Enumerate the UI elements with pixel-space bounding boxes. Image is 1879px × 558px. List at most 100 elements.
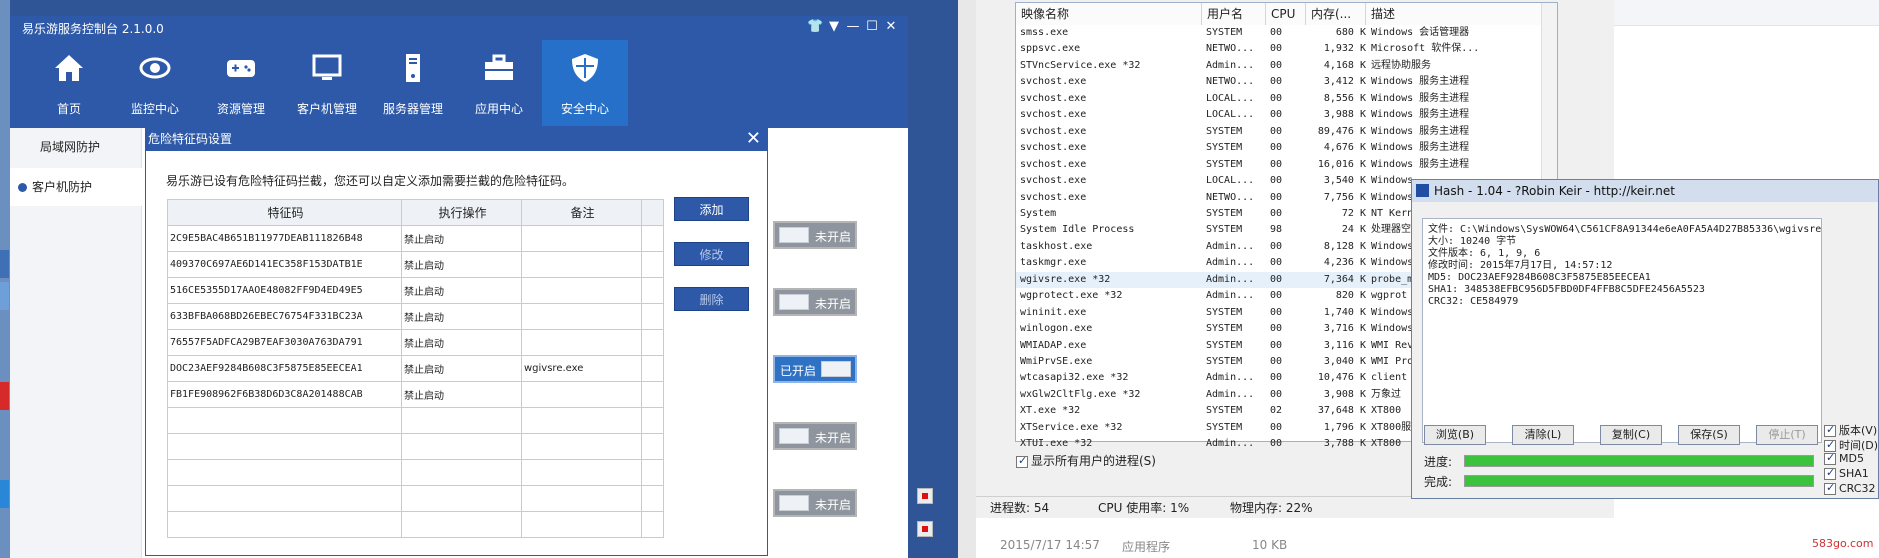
table-row[interactable] — [167, 433, 664, 460]
desktop-icon[interactable] — [0, 480, 9, 508]
clear-button[interactable]: 清除(L) — [1512, 425, 1574, 445]
browse-button[interactable]: 浏览(B) — [1424, 425, 1486, 445]
note-cell — [521, 407, 642, 434]
hash-output-text[interactable]: 文件: C:\Windows\SysWOW64\C561CF8A91344e6e… — [1422, 218, 1822, 443]
signature-cell — [167, 407, 402, 434]
note-cell — [521, 381, 642, 408]
desktop-icon[interactable] — [0, 250, 9, 278]
add-button[interactable]: 添加 — [674, 197, 749, 221]
process-user: Admin... — [1206, 438, 1255, 450]
process-row[interactable]: sppsvc.exe NETWO... 00 1,932 K Microsoft 软件保… — [1016, 41, 1556, 57]
protection-toggle[interactable]: 未开启 — [773, 489, 857, 517]
protection-toggle[interactable]: 未开启 — [773, 221, 857, 249]
table-row[interactable] — [167, 511, 664, 538]
stop-button[interactable]: 停止(T) — [1756, 425, 1818, 445]
process-row[interactable]: svchost.exe NETWO... 00 3,412 K Windows 服务主进… — [1016, 74, 1556, 90]
note-cell — [521, 225, 642, 252]
nav-label: 资源管理 — [216, 102, 265, 116]
nav-apps[interactable]: 应用中心 — [456, 40, 542, 128]
server-icon — [406, 54, 420, 82]
table-row[interactable]: DOC23AEF9284B608C3F5875E85EECEA1 禁止启动 wgiv… — [167, 355, 664, 382]
process-count: 进程数: 54 — [990, 501, 1050, 515]
delete-button[interactable]: 删除 — [674, 287, 749, 311]
stop-icon[interactable] — [917, 521, 933, 537]
copy-button[interactable]: 复制(C) — [1600, 425, 1662, 445]
gamepad-icon — [227, 60, 255, 77]
process-user: LOCAL... — [1206, 92, 1255, 104]
stop-icon[interactable] — [917, 488, 933, 504]
table-row[interactable]: 2C9E5BAC4B651B11977DEAB111826B48 禁止启动 — [167, 225, 664, 252]
minimize-button[interactable]: — — [845, 19, 861, 35]
process-row[interactable]: svchost.exe SYSTEM 00 4,676 K Windows 服务主进程 — [1016, 140, 1556, 156]
protection-toggle[interactable]: 未开启 — [773, 288, 857, 316]
action-cell — [401, 459, 522, 486]
spacer-cell — [641, 355, 664, 382]
table-row[interactable] — [167, 485, 664, 512]
table-row[interactable]: FB1FE908962F6B38D6D3C8A201488CAB 禁止启动 — [167, 381, 664, 408]
column-header-memory[interactable]: 内存(... — [1306, 3, 1366, 25]
spacer-cell — [641, 329, 664, 356]
nav-resources[interactable]: 资源管理 — [198, 40, 284, 128]
desktop-strip — [0, 0, 10, 558]
column-header-signature[interactable]: 特征码 — [167, 199, 402, 226]
column-header-user[interactable]: 用户名 — [1202, 3, 1266, 25]
process-user: SYSTEM — [1206, 207, 1243, 219]
edit-button[interactable]: 修改 — [674, 242, 749, 266]
process-row[interactable]: svchost.exe SYSTEM 00 16,016 K Windows 服务主进程 — [1016, 157, 1556, 173]
maximize-button[interactable]: ☐ — [864, 19, 880, 35]
checkbox-icon — [1016, 454, 1028, 468]
nav-clients[interactable]: 客户机管理 — [284, 40, 370, 128]
signature-cell — [167, 511, 402, 538]
process-row[interactable]: svchost.exe LOCAL... 00 3,988 K Windows 服务主进… — [1016, 107, 1556, 123]
nav-security[interactable]: 安全中心 — [542, 40, 628, 128]
table-row[interactable] — [167, 459, 664, 486]
sidebar-item-lan-protection[interactable]: 局域网防护 — [10, 128, 142, 166]
table-row[interactable]: 409370C697AE6D141EC358F153DATB1E 禁止启动 — [167, 251, 664, 278]
process-row[interactable]: smss.exe SYSTEM 00 680 K Windows 会话管理器 — [1016, 25, 1556, 41]
process-row[interactable]: svchost.exe LOCAL... 00 8,556 K Windows 服务主进… — [1016, 91, 1556, 107]
menu-dropdown-icon[interactable]: ▼ — [826, 19, 842, 35]
column-header-description[interactable]: 描述 — [1366, 3, 1542, 25]
option-sha1-checkbox[interactable]: SHA1 — [1824, 466, 1869, 480]
toggle-label: 未开启 — [815, 431, 852, 445]
hash-output-line: 大小: 10240 字节 — [1428, 236, 1517, 247]
column-header-note[interactable]: 备注 — [521, 199, 642, 226]
desktop-icon[interactable] — [0, 282, 9, 310]
protection-toggle[interactable]: 已开启 — [773, 355, 857, 383]
close-icon[interactable]: ✕ — [746, 129, 761, 149]
process-memory: 1,740 K — [1323, 306, 1366, 318]
table-row[interactable]: 516CE5355D17AAOE48082FF9D4ED49E5 禁止启动 — [167, 277, 664, 304]
toggle-knob — [779, 294, 809, 310]
dialog-title: 危险特征码设置 ✕ — [146, 127, 767, 151]
table-row[interactable]: 633BFBA068BD26EBEC76754F331BC23A 禁止启动 — [167, 303, 664, 330]
sidebar-item-client-protection[interactable]: 客户机防护 — [10, 168, 142, 206]
option-crc32-checkbox[interactable]: CRC32 — [1824, 481, 1875, 495]
desktop-icon[interactable] — [0, 382, 9, 410]
process-description: 远程协助服务 — [1371, 59, 1431, 71]
close-button[interactable]: ✕ — [883, 19, 899, 35]
process-description: Windows 服务主进程 — [1371, 92, 1470, 104]
signature-cell: FB1FE908962F6B38D6D3C8A201488CAB — [167, 381, 402, 408]
save-button[interactable]: 保存(S) — [1678, 425, 1740, 445]
process-cpu: 00 — [1270, 356, 1283, 367]
column-header-image-name[interactable]: 映像名称 — [1016, 3, 1202, 25]
column-header-action[interactable]: 执行操作 — [401, 199, 522, 226]
table-row[interactable] — [167, 407, 664, 434]
nav-label: 服务器管理 — [382, 102, 443, 116]
option-version-checkbox[interactable]: 版本(V) — [1824, 422, 1877, 438]
table-row[interactable]: 76557F5ADFCA29B7EAF3030A763DA791 禁止启动 — [167, 329, 664, 356]
option-md5-checkbox[interactable]: MD5 — [1824, 451, 1864, 465]
nav-servers[interactable]: 服务器管理 — [370, 40, 456, 128]
process-row[interactable]: STVncService.exe *32 Admin... 00 4,168 K 远程协… — [1016, 58, 1556, 74]
nav-monitor[interactable]: 监控中心 — [112, 40, 198, 128]
process-row[interactable]: svchost.exe SYSTEM 00 89,476 K Windows 服务主进程 — [1016, 124, 1556, 140]
column-header-cpu[interactable]: CPU — [1266, 3, 1306, 25]
protection-toggle[interactable]: 未开启 — [773, 422, 857, 450]
action-cell — [401, 485, 522, 512]
process-memory: 37,648 K — [1317, 405, 1366, 417]
nav-home[interactable]: 首页 — [26, 40, 112, 128]
show-all-processes-checkbox[interactable]: 显示所有用户的进程(S) — [1016, 452, 1156, 469]
process-name: XTService.exe *32 — [1020, 421, 1123, 433]
action-cell — [401, 511, 522, 538]
skin-icon[interactable]: 👕 — [807, 19, 823, 35]
